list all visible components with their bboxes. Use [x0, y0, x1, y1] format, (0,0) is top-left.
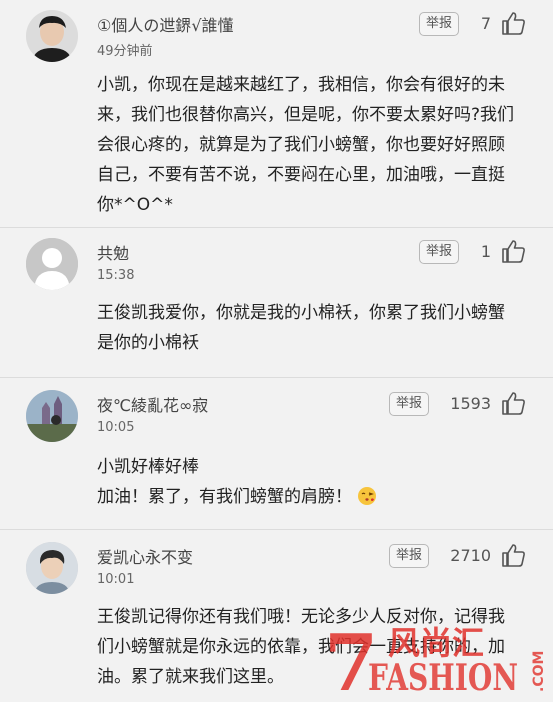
thumb-up-icon[interactable] — [500, 238, 526, 264]
comment-item: ①個人の迣鎅√誰懂 49分钟前 举报 7 小凯，你现在是越来越红了，我相信，你会… — [0, 0, 553, 228]
comment-text: 王俊凯我爱你，你就是我的小棉袄，你累了我们小螃蟹是你的小棉袄 — [97, 298, 517, 358]
avatar[interactable] — [26, 238, 78, 290]
timestamp: 10:01 — [97, 572, 135, 587]
comment-item: 爱凯心永不变 10:01 举报 2710 王俊凯记得你还有我们哦！无论多少人反对… — [0, 532, 553, 702]
default-avatar-icon — [26, 238, 78, 290]
thumb-up-icon[interactable] — [500, 390, 526, 416]
like-count: 2710 — [450, 546, 491, 565]
username[interactable]: 共勉 — [97, 240, 129, 264]
comment-item: 夜℃綾亂花∞寂 10:05 举报 1593 小凯好棒好棒 加油！累了，有我们螃蟹… — [0, 380, 553, 530]
comment-text: 王俊凯记得你还有我们哦！无论多少人反对你，记得我们小螃蟹就是你永远的依靠，我们会… — [97, 602, 517, 692]
username[interactable]: ①個人の迣鎅√誰懂 — [97, 12, 234, 36]
report-button[interactable]: 举报 — [389, 544, 429, 568]
comment-text-content: 王俊凯记得你还有我们哦！无论多少人反对你，记得我们小螃蟹就是你永远的依靠，我们会… — [97, 607, 505, 687]
thumb-up-icon[interactable] — [500, 542, 526, 568]
comment-text: 小凯，你现在是越来越红了，我相信，你会有很好的未来，我们也很替你高兴，但是呢，你… — [97, 70, 517, 220]
timestamp: 10:05 — [97, 420, 135, 435]
avatar[interactable] — [26, 10, 78, 62]
avatar[interactable] — [26, 542, 78, 594]
comment-item: 共勉 15:38 举报 1 王俊凯我爱你，你就是我的小棉袄，你累了我们小螃蟹是你… — [0, 228, 553, 378]
like-count: 1593 — [450, 394, 491, 413]
username[interactable]: 夜℃綾亂花∞寂 — [97, 392, 208, 416]
thumb-up-icon[interactable] — [500, 10, 526, 36]
timestamp: 49分钟前 — [97, 44, 153, 59]
comment-text-content: 小凯，你现在是越来越红了，我相信，你会有很好的未来，我们也很替你高兴，但是呢，你… — [97, 75, 515, 215]
comment-text: 小凯好棒好棒 加油！累了，有我们螃蟹的肩膀！ — [97, 452, 517, 512]
like-count: 1 — [480, 242, 491, 261]
kiss-emoji-icon — [358, 487, 377, 505]
report-button[interactable]: 举报 — [389, 392, 429, 416]
username[interactable]: 爱凯心永不变 — [97, 544, 193, 568]
like-count: 7 — [480, 14, 491, 33]
comment-text-line: 加油！累了，有我们螃蟹的肩膀！ — [97, 487, 352, 507]
comment-text-content: 王俊凯我爱你，你就是我的小棉袄，你累了我们小螃蟹是你的小棉袄 — [97, 303, 505, 353]
comment-text-line: 小凯好棒好棒 — [97, 457, 199, 477]
comment-text-line-with-emoji: 加油！累了，有我们螃蟹的肩膀！ — [97, 482, 517, 512]
timestamp: 15:38 — [97, 268, 135, 283]
avatar[interactable] — [26, 390, 78, 442]
